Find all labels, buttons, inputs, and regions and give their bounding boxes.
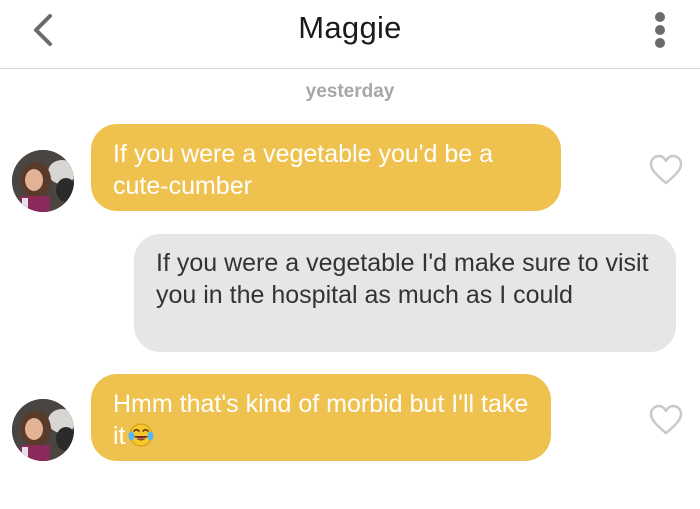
more-options-button[interactable] [646,8,676,52]
laughing-tears-emoji-icon [127,422,155,456]
like-button[interactable] [649,404,683,436]
like-button[interactable] [649,154,683,186]
more-vertical-icon-dot [655,38,665,48]
avatar[interactable] [12,399,74,461]
avatar-photo [12,150,74,212]
avatar[interactable] [12,150,74,212]
contact-name: Maggie [298,10,402,45]
heart-outline-icon [649,154,683,185]
message-text: Hmm that's kind of morbid but I'll take … [113,390,529,450]
more-vertical-icon-dot [655,25,665,35]
avatar-photo [12,399,74,461]
message-bubble-outgoing[interactable]: If you were a vegetable I'd make sure to… [134,234,676,352]
message-text: If you were a vegetable you'd be a cute-… [113,140,494,200]
chat-screen: Maggie yesterday If you were a vegetable… [0,0,700,509]
chat-header: Maggie [0,0,700,69]
message-text: If you were a vegetable I'd make sure to… [156,249,649,309]
message-bubble-incoming[interactable]: If you were a vegetable you'd be a cute-… [91,124,561,211]
message-bubble-incoming[interactable]: Hmm that's kind of morbid but I'll take … [91,374,551,461]
heart-outline-icon [649,404,683,435]
date-separator: yesterday [305,81,395,102]
more-vertical-icon [655,12,665,22]
